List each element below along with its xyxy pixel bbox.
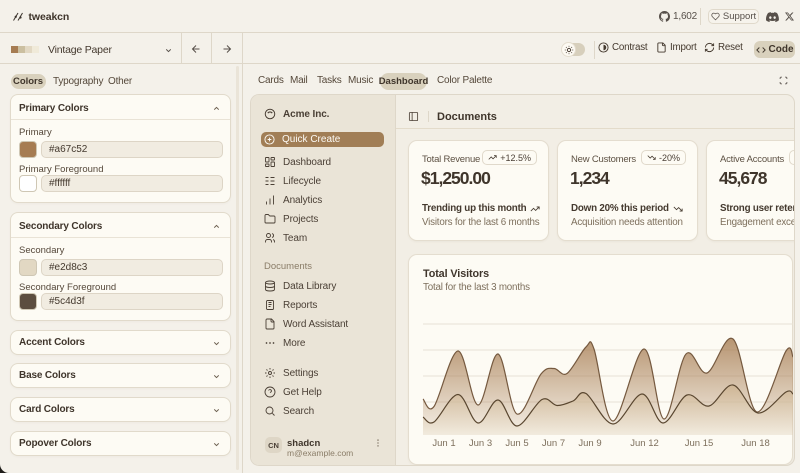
svg-text:Jun 12: Jun 12: [630, 438, 659, 449]
svg-text:Jun 9: Jun 9: [578, 438, 601, 449]
svg-text:Jun 3: Jun 3: [469, 438, 492, 449]
svg-text:Jun 5: Jun 5: [505, 438, 528, 449]
svg-text:Jun 7: Jun 7: [542, 438, 565, 449]
svg-text:Jun 15: Jun 15: [685, 438, 714, 449]
svg-text:Jun 1: Jun 1: [432, 438, 455, 449]
svg-text:Jun 18: Jun 18: [741, 438, 770, 449]
